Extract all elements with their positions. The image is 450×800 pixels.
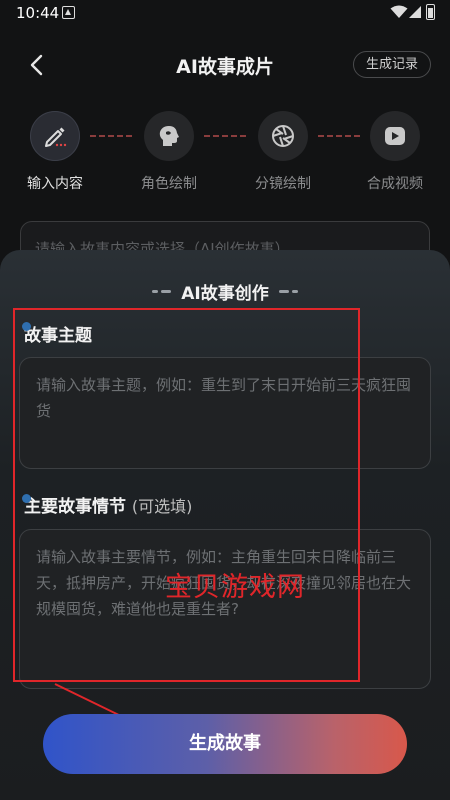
sheet-title: AI故事创作	[181, 283, 269, 304]
history-button[interactable]: 生成记录	[353, 51, 431, 78]
annotation-box	[13, 308, 360, 682]
pencil-icon	[45, 127, 67, 147]
title-decoration-left	[152, 289, 172, 293]
battery-icon	[426, 4, 435, 20]
title-decoration-right	[278, 289, 298, 293]
aperture-icon	[272, 125, 294, 147]
notification-icon	[62, 6, 75, 19]
status-bar: 10:44	[0, 0, 450, 26]
watermark-text: 宝贝游戏网	[165, 572, 305, 603]
step-connector	[204, 135, 246, 137]
signal-icon	[409, 6, 421, 18]
step-storyboard-draw[interactable]	[258, 111, 308, 161]
status-time: 10:44	[16, 4, 60, 22]
wifi-icon	[390, 5, 408, 18]
step-connector	[318, 135, 360, 137]
step-compose-video[interactable]	[370, 111, 420, 161]
step-label: 合成视频	[367, 176, 423, 192]
step-connector	[90, 135, 132, 137]
annotation-dot	[22, 322, 31, 331]
annotation-dot	[22, 494, 31, 503]
step-label: 分镜绘制	[255, 176, 311, 192]
play-icon	[385, 127, 405, 145]
head-profile-icon	[159, 126, 179, 146]
generate-story-button[interactable]: 生成故事	[43, 714, 407, 774]
step-label: 输入内容	[27, 176, 83, 192]
sheet-header: AI故事创作	[0, 278, 450, 304]
step-character-draw[interactable]	[144, 111, 194, 161]
step-input-content[interactable]	[30, 111, 80, 161]
step-label: 角色绘制	[141, 176, 197, 192]
